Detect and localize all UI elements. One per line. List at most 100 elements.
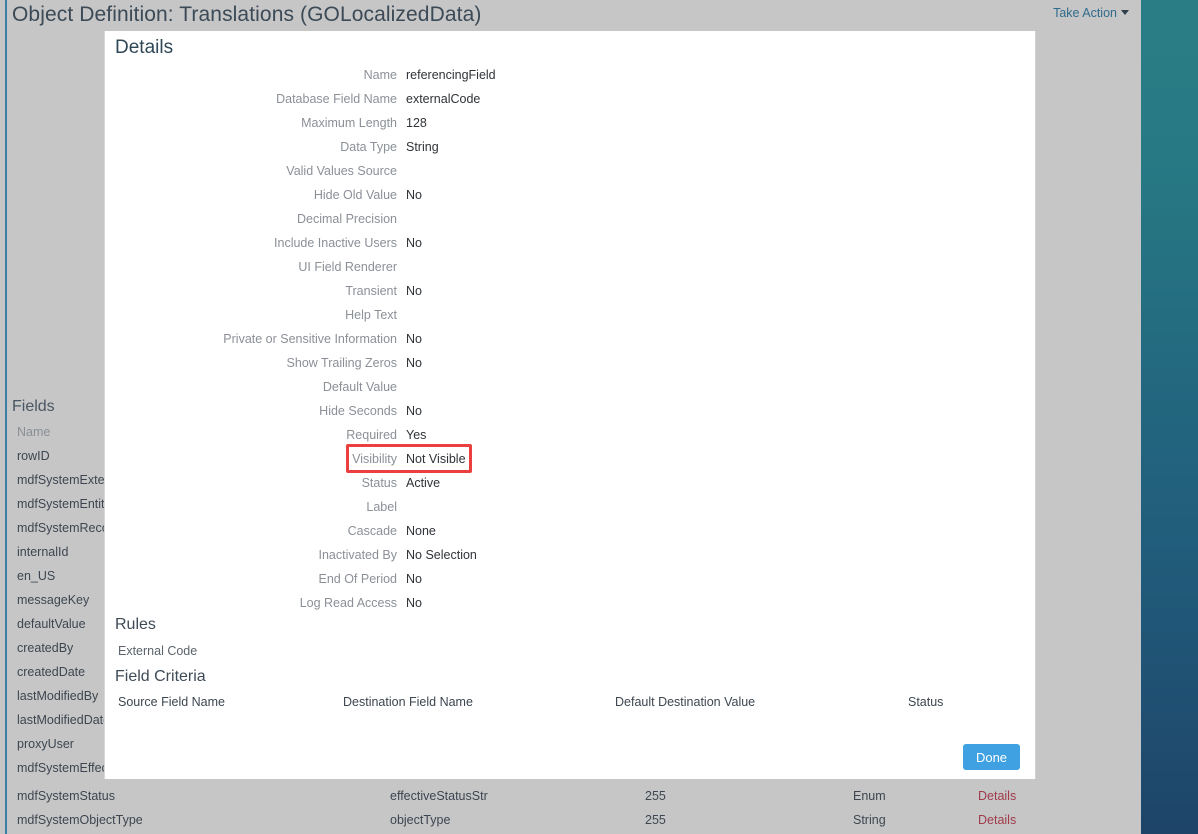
field-list-item[interactable]: proxyUser bbox=[8, 734, 104, 758]
detail-field-row: Status Active bbox=[105, 473, 1037, 497]
field-list-item[interactable]: messageKey bbox=[8, 590, 104, 614]
detail-field-row: Include Inactive Users No bbox=[105, 233, 1037, 257]
detail-label-status: Status bbox=[361, 476, 397, 490]
detail-field-row: Hide Seconds No bbox=[105, 401, 1037, 425]
detail-label-default-value: Default Value bbox=[322, 380, 397, 394]
row-field-name: mdfSystemStatus bbox=[17, 789, 115, 803]
detail-label-label: Label bbox=[366, 500, 397, 514]
table-row: mdfSystemStatus effectiveStatusStr 255 Enum… bbox=[8, 786, 1141, 810]
row-data-type: Enum bbox=[853, 789, 886, 803]
detail-field-row: Label bbox=[105, 497, 1037, 521]
detail-field-row: Visibility Not Visible bbox=[105, 449, 1037, 473]
detail-label-maximum-length: Maximum Length bbox=[301, 116, 397, 130]
detail-field-row: Hide Old Value No bbox=[105, 185, 1037, 209]
detail-value-hide-old-value: No bbox=[406, 188, 422, 202]
field-list-item[interactable]: lastModifiedDate bbox=[8, 710, 104, 734]
field-list-item[interactable]: defaultValue bbox=[8, 614, 104, 638]
row-database-field: effectiveStatusStr bbox=[390, 789, 488, 803]
detail-field-row: Help Text bbox=[105, 305, 1037, 329]
criteria-col-status: Status bbox=[908, 695, 944, 709]
field-list-item[interactable]: internalId bbox=[8, 542, 104, 566]
detail-field-row: Valid Values Source bbox=[105, 161, 1037, 185]
field-list-item[interactable]: mdfSystemEntity bbox=[8, 494, 104, 518]
detail-field-row: Log Read Access No bbox=[105, 593, 1037, 617]
detail-field-row: Transient No bbox=[105, 281, 1037, 305]
field-list-item[interactable]: mdfSystemEffect bbox=[8, 758, 104, 782]
detail-value-maximum-length: 128 bbox=[406, 116, 427, 130]
detail-value-required: Yes bbox=[406, 428, 427, 442]
detail-label-help-text: Help Text bbox=[345, 308, 397, 322]
row-data-type: String bbox=[853, 813, 886, 827]
detail-value-private-or-sensitive-information: No bbox=[406, 332, 422, 346]
detail-label-valid-values-source: Valid Values Source bbox=[286, 164, 397, 178]
field-list-item[interactable]: en_US bbox=[8, 566, 104, 590]
field-criteria-heading: Field Criteria bbox=[115, 668, 206, 685]
row-max-length: 255 bbox=[645, 813, 666, 827]
detail-value-status: Active bbox=[406, 476, 441, 490]
row-database-field: objectType bbox=[390, 813, 451, 827]
detail-field-row: Data Type String bbox=[105, 137, 1037, 161]
detail-label-private-or-sensitive-information: Private or Sensitive Information bbox=[223, 332, 397, 346]
detail-value-cascade: None bbox=[406, 524, 436, 538]
detail-field-row: Database Field Name externalCode bbox=[105, 89, 1037, 113]
table-row: mdfSystemObjectType objectType 255 String De… bbox=[8, 810, 1141, 834]
detail-field-row: Decimal Precision bbox=[105, 209, 1037, 233]
row-max-length: 255 bbox=[645, 789, 666, 803]
criteria-col-destination-field-name: Destination Field Name bbox=[343, 695, 473, 709]
detail-label-data-type: Data Type bbox=[340, 140, 397, 154]
field-list-item[interactable]: createdDate bbox=[8, 662, 104, 686]
detail-value-end-of-period: No bbox=[406, 572, 422, 586]
detail-value-show-trailing-zeros: No bbox=[406, 356, 422, 370]
details-form: Name referencingField Database Field Name e… bbox=[105, 65, 1037, 617]
field-list-item[interactable]: rowID bbox=[8, 446, 104, 470]
take-action-menu[interactable]: Take Action bbox=[1053, 6, 1129, 20]
detail-value-database-field-name: externalCode bbox=[406, 92, 481, 106]
detail-value-hide-seconds: No bbox=[406, 404, 422, 418]
detail-value-log-read-access: No bbox=[406, 596, 422, 610]
take-action-label: Take Action bbox=[1053, 6, 1117, 20]
detail-value-visibility: Not Visible bbox=[406, 452, 466, 466]
detail-label-log-read-access: Log Read Access bbox=[299, 596, 397, 610]
left-accent-line bbox=[5, 0, 7, 834]
detail-field-row: Cascade None bbox=[105, 521, 1037, 545]
screen: Object Definition: Translations (GOLocal… bbox=[0, 0, 1198, 834]
detail-label-inactivated-by: Inactivated By bbox=[318, 548, 397, 562]
detail-field-row: Maximum Length 128 bbox=[105, 113, 1037, 137]
detail-label-include-inactive-users: Include Inactive Users bbox=[274, 236, 397, 250]
detail-field-row: Default Value bbox=[105, 377, 1037, 401]
detail-label-visibility: Visibility bbox=[352, 452, 397, 466]
detail-value-inactivated-by: No Selection bbox=[406, 548, 477, 562]
field-list-item[interactable]: mdfSystemReco bbox=[8, 518, 104, 542]
detail-field-row: Required Yes bbox=[105, 425, 1037, 449]
detail-field-row: Name referencingField bbox=[105, 65, 1037, 89]
detail-field-row: End Of Period No bbox=[105, 569, 1037, 593]
page-header: Object Definition: Translations (GOLocal… bbox=[8, 0, 1141, 33]
detail-label-show-trailing-zeros: Show Trailing Zeros bbox=[286, 356, 397, 370]
criteria-col-source-field-name: Source Field Name bbox=[118, 695, 225, 709]
detail-label-database-field-name: Database Field Name bbox=[276, 92, 397, 106]
field-list-item[interactable]: mdfSystemExter bbox=[8, 470, 104, 494]
detail-label-hide-old-value: Hide Old Value bbox=[313, 188, 397, 202]
detail-label-name: Name bbox=[363, 68, 397, 82]
done-button[interactable]: Done bbox=[963, 744, 1020, 770]
page-title: Object Definition: Translations (GOLocal… bbox=[12, 3, 482, 26]
row-details-link[interactable]: Details bbox=[978, 789, 1016, 803]
criteria-col-default-destination-value: Default Destination Value bbox=[615, 695, 756, 709]
field-criteria-header-row: Source Field Name Destination Field Name… bbox=[105, 695, 1037, 717]
detail-label-decimal-precision: Decimal Precision bbox=[296, 212, 397, 226]
detail-value-transient: No bbox=[406, 284, 422, 298]
detail-value-include-inactive-users: No bbox=[406, 236, 422, 250]
fields-column-header-name: Name bbox=[17, 425, 51, 439]
fields-list: rowID mdfSystemExter mdfSystemEntity mdfSys… bbox=[8, 446, 104, 782]
field-list-item[interactable]: lastModifiedBy bbox=[8, 686, 104, 710]
row-details-link[interactable]: Details bbox=[978, 813, 1016, 827]
detail-label-end-of-period: End Of Period bbox=[318, 572, 397, 586]
detail-field-row: UI Field Renderer bbox=[105, 257, 1037, 281]
field-list-item[interactable]: createdBy bbox=[8, 638, 104, 662]
detail-label-hide-seconds: Hide Seconds bbox=[319, 404, 397, 418]
fields-panel: Fields Name rowID mdfSystemExter mdfSystem… bbox=[8, 398, 104, 782]
chevron-down-icon bbox=[1121, 10, 1129, 15]
details-modal: Details Name referencingField Database Fie… bbox=[104, 31, 1036, 779]
detail-label-transient: Transient bbox=[345, 284, 397, 298]
detail-field-row: Private or Sensitive Information No bbox=[105, 329, 1037, 353]
